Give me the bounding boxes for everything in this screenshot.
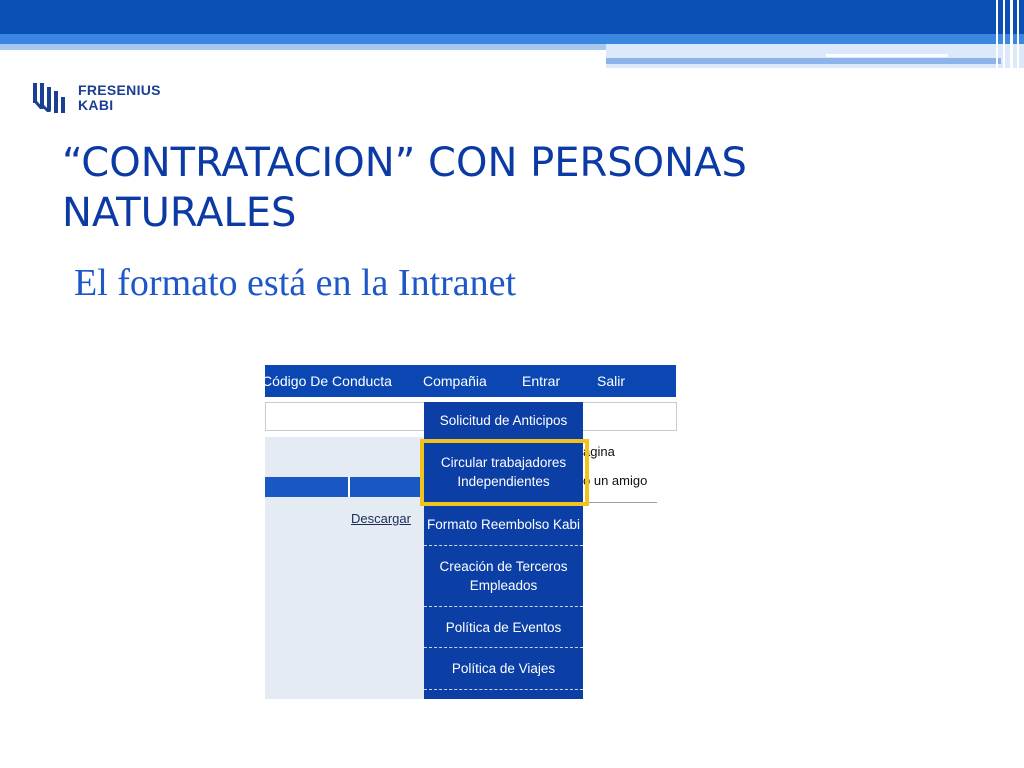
menu-separator [424, 606, 583, 607]
menu-item-label: Creación de Terceros [439, 559, 568, 574]
menu-item-solicitud-anticipos[interactable]: Solicitud de Anticipos [424, 402, 583, 438]
banner-band-dark [0, 0, 1024, 34]
banner-stripe [1003, 0, 1005, 68]
banner-band-pale [606, 44, 1024, 68]
title-line-2: NATURALES [62, 190, 297, 236]
title-line-1: “CONTRATACION” CON PERSONAS [62, 140, 747, 186]
menu-item-label: Solicitud de Anticipos [439, 412, 568, 428]
page-title: “CONTRATACION” CON PERSONAS NATURALES [62, 138, 842, 238]
banner-stripe [996, 0, 998, 68]
page-subtitle: El formato está en la Intranet [74, 262, 517, 304]
side-link-amigo[interactable]: o un amigo [583, 473, 647, 488]
menu-separator [424, 647, 583, 648]
menu-item-creacion-terceros[interactable]: Creación de Terceros Empleados [424, 548, 583, 604]
menu-item-politica-viajes[interactable]: Política de Viajes [424, 649, 583, 687]
menu-item-label: Política de Eventos [445, 619, 562, 635]
banner-band-mid [0, 34, 1024, 44]
fresenius-logo-icon [33, 83, 65, 113]
menu-item-label: Empleados [469, 578, 538, 593]
top-banner [0, 0, 1024, 70]
banner-band-light [0, 44, 606, 50]
left-panel-header [265, 477, 425, 497]
highlight-box [420, 439, 589, 506]
banner-band-white [826, 54, 948, 57]
logo-line-2: KABI [78, 97, 114, 113]
nav-item-compania[interactable]: Compañia [423, 365, 487, 397]
left-panel-header-divider [348, 477, 350, 497]
nav-item-salir[interactable]: Salir [597, 365, 625, 397]
menu-item-label: Formato Reembolso Kabi [426, 516, 581, 532]
intranet-nav-bar: Código De Conducta Compañia Entrar Salir [265, 365, 676, 397]
fresenius-kabi-logo: FRESENIUS KABI [32, 80, 161, 116]
logo-wordmark: FRESENIUS KABI [78, 83, 161, 113]
descargar-link[interactable]: Descargar [351, 511, 411, 526]
banner-stripe [1010, 0, 1013, 68]
menu-item-formato-reembolso[interactable]: Formato Reembolso Kabi [424, 506, 583, 542]
menu-item-label: Política de Viajes [451, 660, 556, 676]
menu-separator [424, 689, 583, 690]
nav-item-codigo-de-conducta[interactable]: Código De Conducta [265, 365, 392, 397]
intranet-screenshot: Código De Conducta Compañia Entrar Salir… [265, 365, 679, 699]
banner-band-line [606, 58, 1001, 64]
banner-stripe [1017, 0, 1019, 68]
menu-item-politica-eventos[interactable]: Política de Eventos [424, 608, 583, 646]
logo-line-1: FRESENIUS [78, 82, 161, 98]
menu-separator [424, 545, 583, 546]
nav-item-entrar[interactable]: Entrar [522, 365, 560, 397]
divider [583, 502, 657, 503]
